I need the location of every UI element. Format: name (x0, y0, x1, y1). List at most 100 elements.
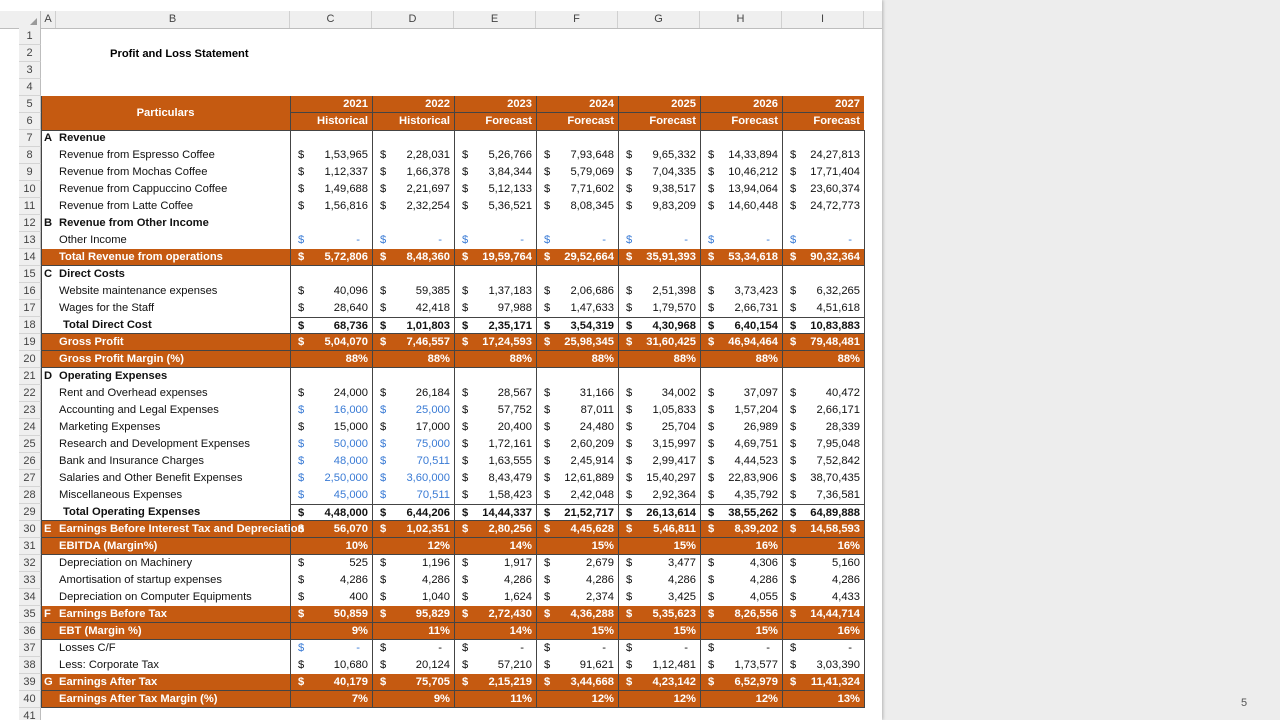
value-cell[interactable]: $48,000 (290, 453, 372, 470)
value-cell[interactable]: 11% (372, 623, 454, 640)
value-cell[interactable]: $8,08,345 (536, 198, 618, 215)
row-header[interactable]: 11 (19, 198, 41, 215)
value-cell[interactable]: $1,57,204 (700, 402, 782, 419)
value-cell[interactable]: $4,286 (372, 572, 454, 589)
row-header[interactable]: 10 (19, 181, 41, 198)
value-cell[interactable]: $7,36,581 (782, 487, 864, 504)
value-cell[interactable]: $2,42,048 (536, 487, 618, 504)
column-header-e[interactable]: E (454, 11, 536, 28)
value-cell[interactable]: $2,51,398 (618, 283, 700, 300)
value-cell[interactable]: $1,624 (454, 589, 536, 606)
value-cell[interactable]: $1,05,833 (618, 402, 700, 419)
value-cell[interactable]: $4,44,523 (700, 453, 782, 470)
value-cell[interactable]: $4,055 (700, 589, 782, 606)
value-cell[interactable]: $13,94,064 (700, 181, 782, 198)
row-header[interactable]: 17 (19, 300, 41, 317)
value-cell[interactable]: 15% (618, 623, 700, 640)
value-cell[interactable] (372, 130, 454, 147)
value-cell[interactable]: $5,72,806 (290, 249, 372, 266)
value-cell[interactable]: $35,91,393 (618, 249, 700, 266)
value-cell[interactable]: $1,196 (372, 555, 454, 572)
value-cell[interactable] (536, 266, 618, 283)
value-cell[interactable]: 12% (700, 691, 782, 708)
row-header[interactable]: 41 (19, 708, 41, 720)
value-cell[interactable] (700, 266, 782, 283)
value-cell[interactable]: $1,53,965 (290, 147, 372, 164)
value-cell[interactable] (782, 215, 864, 232)
value-cell[interactable]: $31,166 (536, 385, 618, 402)
value-cell[interactable]: $2,72,430 (454, 606, 536, 623)
value-cell[interactable]: $7,71,602 (536, 181, 618, 198)
value-cell[interactable]: $4,36,288 (536, 606, 618, 623)
value-cell[interactable]: $14,60,448 (700, 198, 782, 215)
select-all-corner[interactable] (0, 11, 41, 28)
value-cell[interactable]: $4,48,000 (290, 504, 372, 521)
row-header[interactable]: 8 (19, 147, 41, 164)
value-cell[interactable]: $9,83,209 (618, 198, 700, 215)
value-cell[interactable] (454, 215, 536, 232)
value-cell[interactable]: $14,44,337 (454, 504, 536, 521)
value-cell[interactable]: 9% (290, 623, 372, 640)
row-header[interactable]: 7 (19, 130, 41, 147)
row-header[interactable]: 38 (19, 657, 41, 674)
row-header[interactable]: 25 (19, 436, 41, 453)
row-header[interactable]: 2 (19, 45, 41, 62)
value-cell[interactable]: 14% (454, 538, 536, 555)
value-cell[interactable]: $6,52,979 (700, 674, 782, 691)
value-cell[interactable]: $ - (290, 232, 372, 249)
value-cell[interactable]: $57,210 (454, 657, 536, 674)
value-cell[interactable]: $75,705 (372, 674, 454, 691)
row-header[interactable]: 21 (19, 368, 41, 385)
row-header[interactable]: 40 (19, 691, 41, 708)
row-header[interactable]: 5 (19, 96, 41, 113)
value-cell[interactable]: 13% (782, 691, 864, 708)
value-cell[interactable]: $4,286 (700, 572, 782, 589)
value-cell[interactable]: 88% (372, 351, 454, 368)
value-cell[interactable]: $20,400 (454, 419, 536, 436)
value-cell[interactable] (454, 130, 536, 147)
value-cell[interactable]: $5,35,623 (618, 606, 700, 623)
value-cell[interactable]: $ - (372, 232, 454, 249)
value-cell[interactable] (700, 130, 782, 147)
value-cell[interactable]: $97,988 (454, 300, 536, 317)
value-cell[interactable]: $2,15,219 (454, 674, 536, 691)
value-cell[interactable]: $1,12,337 (290, 164, 372, 181)
value-cell[interactable]: $7,52,842 (782, 453, 864, 470)
row-header[interactable]: 27 (19, 470, 41, 487)
value-cell[interactable]: $15,000 (290, 419, 372, 436)
value-cell[interactable]: 16% (700, 538, 782, 555)
row-header[interactable]: 28 (19, 487, 41, 504)
value-cell[interactable]: $91,621 (536, 657, 618, 674)
value-cell[interactable]: $1,56,816 (290, 198, 372, 215)
row-header[interactable]: 14 (19, 249, 41, 266)
value-cell[interactable]: $10,680 (290, 657, 372, 674)
value-cell[interactable]: $14,44,714 (782, 606, 864, 623)
value-cell[interactable]: $ - (536, 232, 618, 249)
value-cell[interactable]: $40,179 (290, 674, 372, 691)
value-cell[interactable]: $2,45,914 (536, 453, 618, 470)
value-cell[interactable]: $50,859 (290, 606, 372, 623)
value-cell[interactable]: $3,60,000 (372, 470, 454, 487)
value-cell[interactable]: $26,184 (372, 385, 454, 402)
value-cell[interactable]: $11,41,324 (782, 674, 864, 691)
value-cell[interactable]: $1,917 (454, 555, 536, 572)
value-cell[interactable]: $ - (618, 640, 700, 657)
value-cell[interactable]: $400 (290, 589, 372, 606)
row-header[interactable]: 29 (19, 504, 41, 521)
value-cell[interactable]: 7% (290, 691, 372, 708)
value-cell[interactable]: $ - (782, 232, 864, 249)
value-cell[interactable]: $12,61,889 (536, 470, 618, 487)
value-cell[interactable]: $4,30,968 (618, 317, 700, 334)
value-cell[interactable]: $24,480 (536, 419, 618, 436)
row-header[interactable]: 35 (19, 606, 41, 623)
column-header-i[interactable]: I (782, 11, 864, 28)
row-header[interactable]: 16 (19, 283, 41, 300)
value-cell[interactable]: $24,72,773 (782, 198, 864, 215)
value-cell[interactable]: $3,425 (618, 589, 700, 606)
value-cell[interactable]: $37,097 (700, 385, 782, 402)
value-cell[interactable]: 14% (454, 623, 536, 640)
value-cell[interactable]: $17,000 (372, 419, 454, 436)
value-cell[interactable] (290, 130, 372, 147)
value-cell[interactable]: 88% (618, 351, 700, 368)
value-cell[interactable]: $70,511 (372, 487, 454, 504)
